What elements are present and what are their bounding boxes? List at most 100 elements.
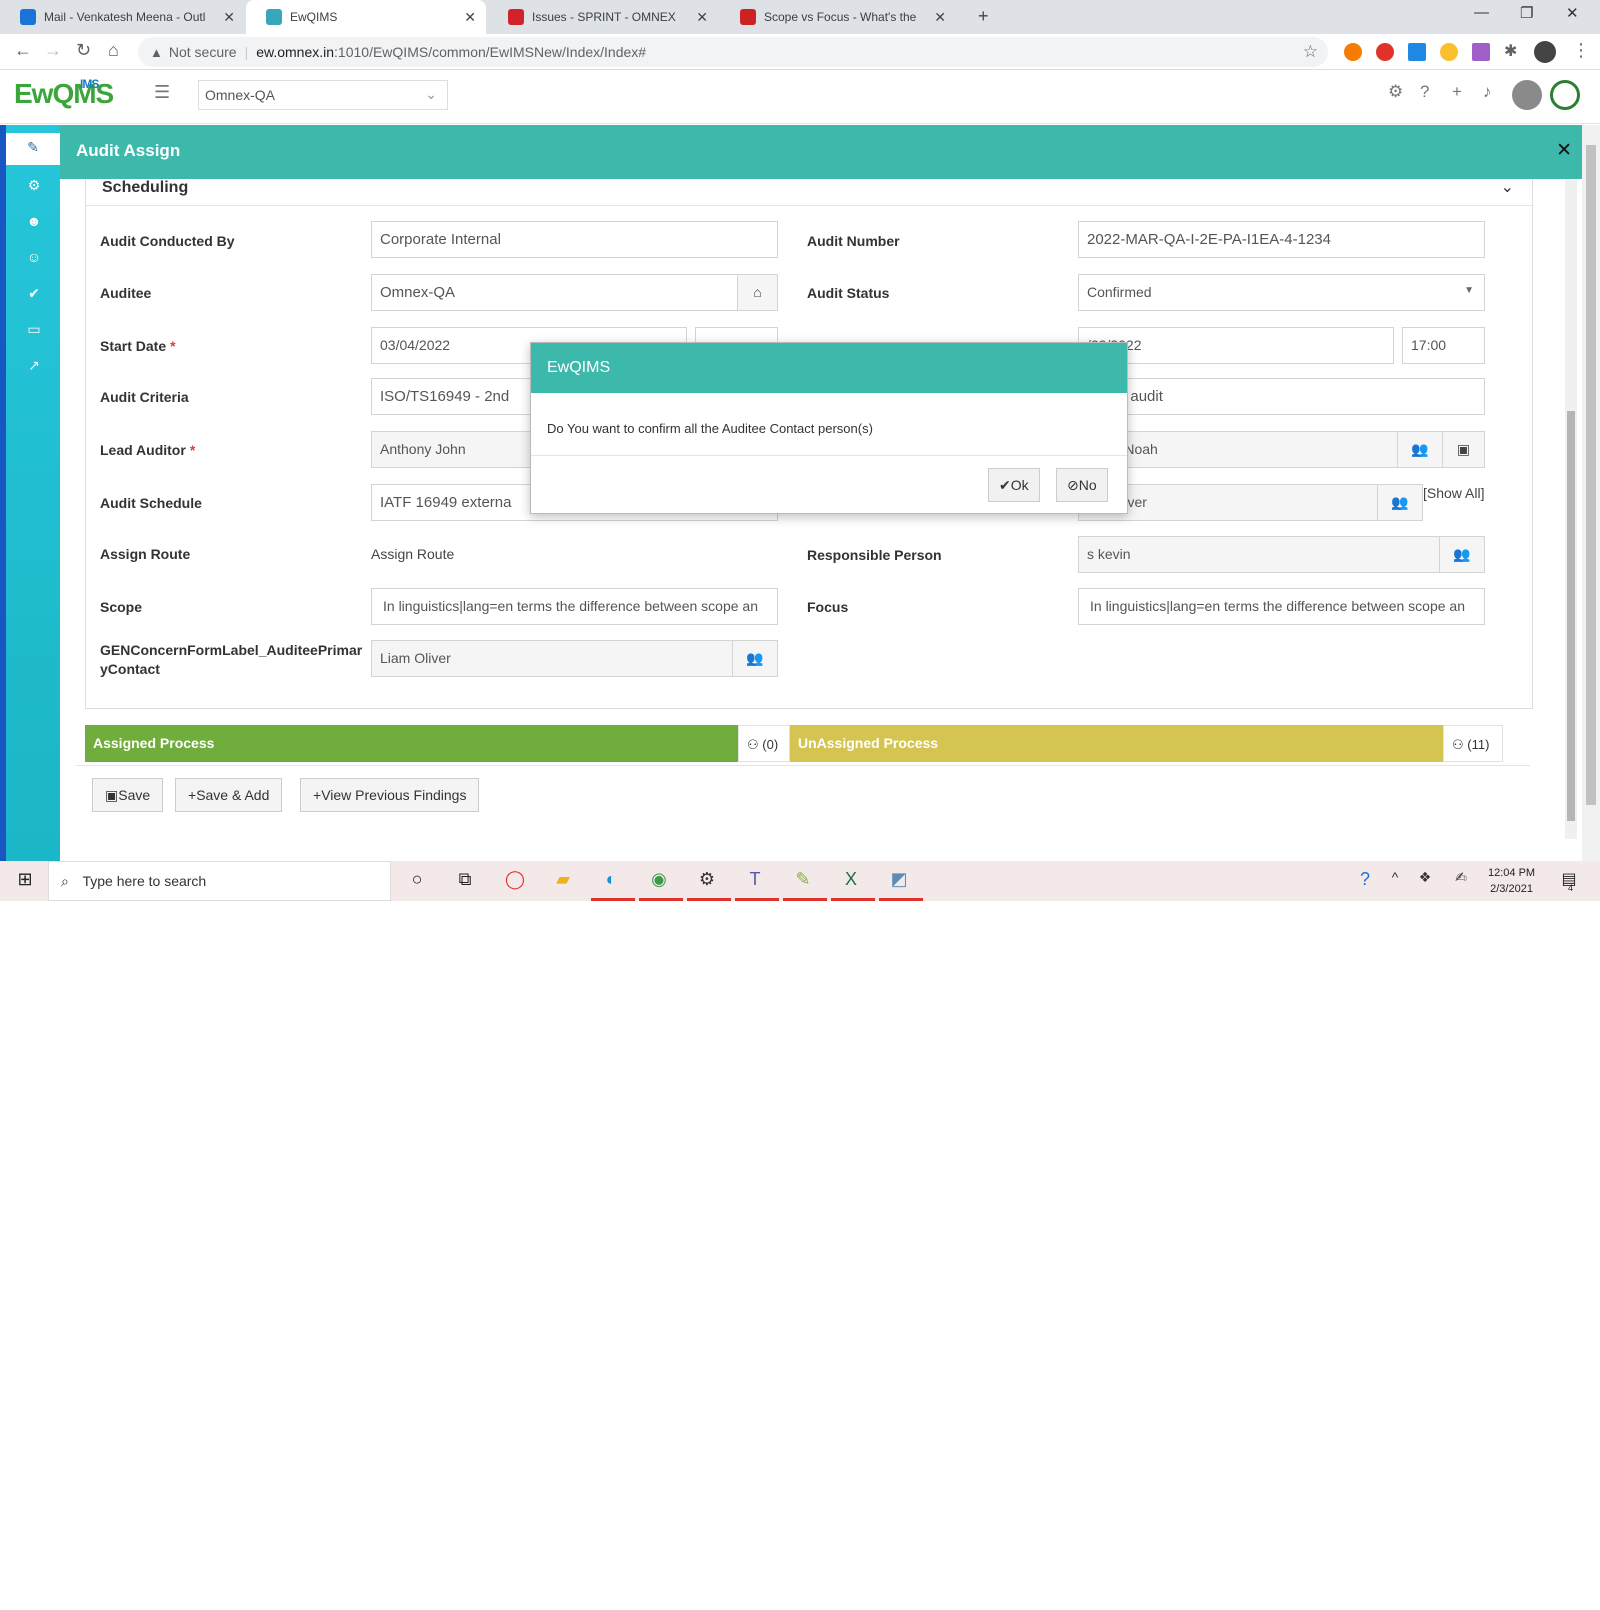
- settings-icon[interactable]: ⚙: [20, 177, 48, 199]
- browser-tab-jira[interactable]: Issues - SPRINT - OMNEX ISSUE T ✕: [488, 0, 718, 34]
- lead-auditor-text: Lead Auditor: [100, 442, 186, 458]
- close-tab-icon[interactable]: ✕: [696, 9, 708, 26]
- bookmark-star-icon[interactable]: ☆: [1303, 42, 1318, 62]
- opera-browser-icon[interactable]: ◯: [502, 869, 528, 893]
- chrome-icon[interactable]: ◉: [646, 869, 672, 893]
- chart-line-icon[interactable]: ↗: [20, 357, 48, 379]
- show-all-link[interactable]: [Show All]: [1423, 485, 1484, 501]
- reload-icon[interactable]: ↻: [76, 40, 91, 61]
- auditee-field[interactable]: Omnex-QA: [371, 274, 738, 311]
- unassigned-process-bar[interactable]: UnAssigned Process: [790, 725, 1443, 762]
- puzzle-icon[interactable]: ✱: [1504, 41, 1517, 61]
- close-tab-icon[interactable]: ✕: [464, 9, 476, 26]
- windows-icon[interactable]: [1408, 43, 1426, 61]
- chevron-up-icon[interactable]: ^: [1382, 869, 1408, 893]
- paint-icon[interactable]: ✎: [790, 869, 816, 893]
- collapse-chevron-icon[interactable]: ⌄: [1501, 177, 1514, 197]
- group-icon[interactable]: ☻: [20, 213, 48, 235]
- view-previous-findings-button[interactable]: +View Previous Findings: [300, 778, 480, 812]
- warning-icon: ▲: [150, 44, 163, 60]
- user-settings-icon[interactable]: ☺: [20, 249, 48, 271]
- opera-icon[interactable]: [1376, 43, 1394, 61]
- pen-tray-icon[interactable]: ✍: [1448, 869, 1474, 893]
- scrollbar-thumb[interactable]: [1567, 411, 1575, 821]
- presentation-icon[interactable]: ▭: [20, 321, 48, 343]
- windows-start-icon[interactable]: ⊞: [12, 869, 38, 893]
- audit-number-field[interactable]: 2022-MAR-QA-I-2E-PA-I1EA-4-1234: [1078, 221, 1485, 258]
- assigned-process-count[interactable]: ⚇ (0): [738, 725, 790, 762]
- users-picker-icon[interactable]: 👥: [1377, 484, 1423, 521]
- bell-icon[interactable]: ♪: [1483, 82, 1492, 102]
- end-time-field[interactable]: 17:00: [1402, 327, 1485, 364]
- users-picker-icon[interactable]: 👥: [732, 640, 778, 677]
- ok-button[interactable]: ✔Ok: [988, 468, 1040, 502]
- edge-icon[interactable]: ◐: [598, 869, 624, 893]
- restore-icon[interactable]: ❐: [1520, 4, 1533, 22]
- browser-tab-ewqims[interactable]: EwQIMS ✕: [246, 0, 486, 34]
- save-button[interactable]: ▣Save: [92, 778, 164, 812]
- save-and-add-button[interactable]: +Save & Add: [175, 778, 283, 812]
- task-view-icon[interactable]: ⧉: [452, 869, 478, 893]
- help-icon[interactable]: ?: [1420, 82, 1429, 102]
- focus-field[interactable]: In linguistics|lang=en terms the differe…: [1078, 588, 1485, 625]
- settings-app-icon[interactable]: ⚙: [694, 869, 720, 893]
- profile-icon[interactable]: [1534, 41, 1556, 63]
- cortana-icon[interactable]: ○: [404, 869, 430, 893]
- auditee-primary-contact-field[interactable]: Liam Oliver: [371, 640, 733, 677]
- address-bar: ← → ↻ ⌂ ▲ Not secure | ew.omnex.in :1010…: [0, 34, 1600, 70]
- users-picker-icon[interactable]: 👥: [1439, 536, 1485, 573]
- organization-select[interactable]: Omnex-QA ⌄: [198, 80, 448, 110]
- unassigned-process-count[interactable]: ⚇ (11): [1443, 725, 1503, 762]
- user-avatar[interactable]: [1512, 80, 1542, 110]
- audit-status-select[interactable]: Confirmed ▼: [1078, 274, 1485, 311]
- extension-flame-icon[interactable]: [1344, 43, 1362, 61]
- menu-dots-icon[interactable]: ⋮: [1572, 40, 1590, 61]
- forward-icon[interactable]: →: [44, 40, 62, 61]
- active-indicator: [735, 898, 779, 901]
- app-icon[interactable]: ◩: [886, 869, 912, 893]
- close-tab-icon[interactable]: ✕: [934, 9, 946, 26]
- url-field[interactable]: ▲ Not secure | ew.omnex.in :1010/EwQIMS/…: [138, 37, 1328, 67]
- assigned-process-bar[interactable]: Assigned Process: [85, 725, 738, 762]
- excel-icon[interactable]: X: [838, 869, 864, 893]
- scope-field[interactable]: In linguistics|lang=en terms the differe…: [371, 588, 778, 625]
- institution-icon[interactable]: ⌂: [737, 274, 778, 311]
- scrollbar-thumb[interactable]: [1586, 145, 1596, 805]
- audit-conducted-by-field[interactable]: Corporate Internal: [371, 221, 778, 258]
- new-tab-button[interactable]: +: [978, 6, 989, 27]
- panel-scrollbar[interactable]: [1565, 179, 1577, 839]
- close-window-icon[interactable]: ✕: [1566, 4, 1579, 22]
- teams-icon[interactable]: T: [742, 869, 768, 893]
- audit-document-icon[interactable]: ✎: [6, 133, 60, 165]
- user-check-icon[interactable]: ✔: [20, 285, 48, 307]
- users-picker-icon[interactable]: 👥: [1397, 431, 1443, 468]
- system-clock[interactable]: 12:04 PM 2/3/2021: [1488, 865, 1535, 897]
- help-tray-icon[interactable]: ?: [1352, 869, 1378, 893]
- page-scrollbar[interactable]: [1582, 125, 1600, 861]
- modal-title: Audit Assign: [76, 141, 181, 160]
- required-marker: *: [189, 442, 196, 458]
- close-tab-icon[interactable]: ✕: [223, 9, 235, 26]
- minimize-icon[interactable]: —: [1474, 4, 1489, 21]
- no-button[interactable]: ⊘No: [1056, 468, 1108, 502]
- scope-label: Scope: [100, 599, 143, 615]
- wikidiff-icon: [740, 9, 756, 25]
- settings-gear-icon[interactable]: ⚙: [1388, 82, 1403, 102]
- add-icon[interactable]: +: [1452, 82, 1462, 102]
- home-icon[interactable]: ⌂: [108, 40, 119, 61]
- file-explorer-icon[interactable]: ▰: [550, 869, 576, 893]
- pen-extension-icon[interactable]: [1472, 43, 1490, 61]
- dropbox-icon[interactable]: ❖: [1412, 869, 1438, 893]
- user-detail-icon[interactable]: ▣: [1442, 431, 1485, 468]
- left-sidebar: ✎ ⚙ ☻ ☺ ✔ ▭ ↗: [0, 125, 60, 861]
- hamburger-menu-icon[interactable]: ☰: [154, 82, 170, 103]
- browser-tab-outlook[interactable]: Mail - Venkatesh Meena - Outlo ✕: [0, 0, 245, 34]
- close-modal-icon[interactable]: ✕: [1556, 139, 1572, 162]
- audit-type-field[interactable]: ocess audit: [1078, 378, 1485, 415]
- responsible-person-field[interactable]: s kevin: [1078, 536, 1440, 573]
- extension-icon[interactable]: [1440, 43, 1458, 61]
- taskbar-search-box[interactable]: ⌕ Type here to search: [48, 861, 391, 901]
- back-icon[interactable]: ←: [14, 40, 32, 61]
- browser-tab-wikidiff[interactable]: Scope vs Focus - What's the diffe ✕: [720, 0, 956, 34]
- dialog-divider: [531, 455, 1127, 456]
